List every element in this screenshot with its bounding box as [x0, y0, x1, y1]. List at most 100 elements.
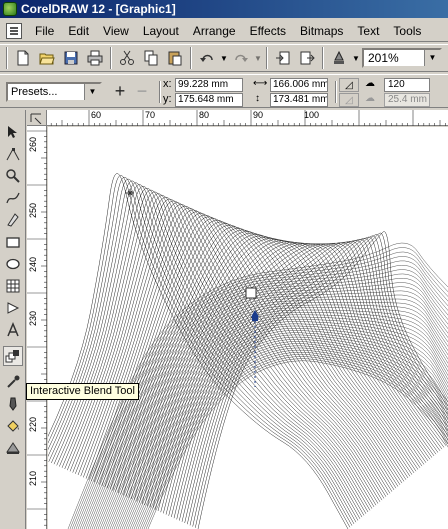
ruler-label: 60 — [91, 110, 102, 120]
toolbar-separator — [266, 47, 268, 69]
vertical-ruler[interactable]: 260 250 240 230 220 210 — [27, 126, 47, 529]
ruler-label: 220 — [28, 416, 38, 432]
title-bar: CorelDRAW 12 - [Graphic1] — [0, 0, 448, 18]
blend-spacing-field[interactable]: 25.4 mm — [384, 93, 430, 107]
cut-icon[interactable] — [116, 47, 138, 69]
toolbar-separator — [322, 47, 324, 69]
blend-steps-field[interactable]: 120 — [384, 78, 430, 92]
menu-file[interactable]: File — [28, 20, 61, 42]
toolbar-separator — [335, 81, 337, 103]
presets-dropdown[interactable]: Presets... ▼ — [6, 82, 102, 102]
shape-tool-icon[interactable] — [3, 144, 23, 164]
blend-step-curve — [95, 302, 448, 529]
window-title: CorelDRAW 12 - [Graphic1] — [21, 2, 176, 16]
launcher-dropdown-icon[interactable]: ▼ — [352, 47, 360, 69]
blend-step-curve — [107, 316, 448, 529]
menu-tools[interactable]: Tools — [386, 20, 428, 42]
x-position-field[interactable]: 99.228 mm — [175, 78, 243, 92]
undo-dropdown-icon[interactable]: ▼ — [220, 47, 228, 69]
property-bar: Presets... ▼ + − x: 99.228 mm y: 175.648… — [0, 74, 448, 108]
blend-acceleration-handle[interactable] — [252, 317, 258, 321]
x-label: x: — [163, 78, 172, 90]
interactive-fill-icon[interactable] — [3, 438, 23, 458]
ruler-label: 210 — [28, 470, 38, 486]
undo-icon[interactable] — [196, 47, 218, 69]
ruler-label: 80 — [199, 110, 210, 120]
ruler-label: 100 — [304, 110, 320, 120]
chevron-down-icon[interactable]: ▼ — [424, 50, 440, 66]
spacing-icon: ☁ — [365, 93, 375, 104]
new-icon[interactable] — [12, 47, 34, 69]
steps-icon: ☁ — [365, 78, 375, 89]
delete-preset-icon[interactable]: − — [132, 81, 152, 103]
menu-layout[interactable]: Layout — [136, 20, 186, 42]
fill-icon[interactable] — [3, 416, 23, 436]
ruler-origin-icon[interactable] — [27, 110, 47, 126]
export-icon[interactable] — [296, 47, 318, 69]
toolbox — [0, 110, 26, 529]
paste-icon[interactable] — [164, 47, 186, 69]
presets-value: Presets... — [11, 86, 58, 98]
coreldraw-app-icon — [3, 2, 17, 16]
ruler-label: 230 — [28, 310, 38, 326]
document-icon[interactable] — [6, 22, 22, 39]
redo-icon[interactable] — [230, 47, 252, 69]
pick-tool-icon[interactable] — [3, 122, 23, 142]
text-tool-icon[interactable] — [3, 320, 23, 340]
ellipse-tool-icon[interactable] — [3, 254, 23, 274]
blend-step-curve — [192, 234, 448, 527]
app-launcher-icon[interactable] — [328, 47, 350, 69]
zoom-level-combo[interactable]: 201% ▼ — [362, 48, 442, 68]
eyedropper-icon[interactable] — [3, 372, 23, 392]
menu-bitmaps[interactable]: Bitmaps — [293, 20, 350, 42]
rectangle-tool-icon[interactable] — [3, 232, 23, 252]
horizontal-ruler[interactable]: 60 70 80 90 100 — [27, 110, 448, 126]
toolbar-grip[interactable] — [6, 47, 8, 69]
ruler-label: 250 — [28, 202, 38, 218]
tool-tooltip: Interactive Blend Tool — [26, 383, 139, 400]
print-icon[interactable] — [84, 47, 106, 69]
interactive-blend-icon[interactable] — [3, 346, 23, 366]
blend-step-curve — [115, 224, 407, 492]
save-icon[interactable] — [60, 47, 82, 69]
height-icon: ↕ — [255, 93, 260, 104]
redo-dropdown-icon[interactable]: ▼ — [254, 47, 262, 69]
width-field[interactable]: 166.006 mm — [270, 78, 328, 92]
copy-icon[interactable] — [140, 47, 162, 69]
chevron-down-icon[interactable]: ▼ — [84, 84, 100, 100]
width-icon: ⟷ — [253, 78, 268, 89]
ruler-label: 240 — [28, 256, 38, 272]
polygon-tool-icon[interactable] — [3, 276, 23, 296]
height-field[interactable]: 173.481 mm — [270, 93, 328, 107]
basic-shapes-icon[interactable] — [3, 298, 23, 318]
import-icon[interactable] — [272, 47, 294, 69]
outline-icon[interactable] — [3, 394, 23, 414]
blend-start-handle[interactable] — [245, 287, 257, 299]
freehand-tool-icon[interactable] — [3, 188, 23, 208]
blend-step-curve — [125, 231, 415, 497]
menu-view[interactable]: View — [96, 20, 136, 42]
menu-effects[interactable]: Effects — [243, 20, 293, 42]
menu-arrange[interactable]: Arrange — [186, 20, 243, 42]
y-position-field[interactable]: 175.648 mm — [175, 93, 243, 107]
smart-fill-icon[interactable] — [3, 210, 23, 230]
blend-drawing — [48, 173, 448, 529]
add-preset-icon[interactable]: + — [110, 81, 130, 103]
toolbar-separator — [159, 81, 161, 103]
toolbar-separator — [110, 47, 112, 69]
ruler-label: 260 — [28, 136, 38, 152]
drawing-canvas[interactable] — [48, 127, 448, 529]
blend-direction-icon[interactable]: ◿ — [339, 93, 359, 107]
ruler-label: 70 — [145, 110, 156, 120]
menu-edit[interactable]: Edit — [61, 20, 96, 42]
blend-step-curve — [105, 314, 448, 529]
ruler-label: 90 — [253, 110, 264, 120]
blend-step-curve — [53, 184, 361, 519]
zoom-tool-icon[interactable] — [3, 166, 23, 186]
open-icon[interactable] — [36, 47, 58, 69]
menu-text[interactable]: Text — [350, 20, 386, 42]
zoom-level-value: 201% — [368, 51, 399, 65]
blend-object-icon[interactable]: ◿ — [339, 78, 359, 92]
blend-step-curve — [48, 177, 353, 526]
toolbar-separator — [190, 47, 192, 69]
